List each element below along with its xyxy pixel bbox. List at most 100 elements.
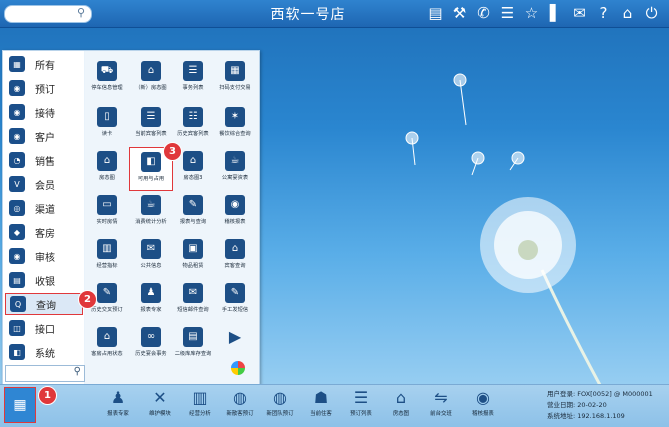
app-business-indicators[interactable]: ▥ 经营指标 bbox=[85, 235, 129, 279]
app-sms-mail-query[interactable]: ✉ 短信邮件查询 bbox=[171, 279, 215, 323]
mail-icon[interactable]: ✉ bbox=[570, 3, 589, 23]
app-new-room-map[interactable]: ⌂ （新）房态图 bbox=[129, 57, 173, 101]
monitor-icon: ▭ bbox=[97, 195, 117, 215]
dock-new-individual-booking[interactable]: ◍ 新散客预订 bbox=[223, 388, 257, 417]
search-icon[interactable]: ⚲ bbox=[74, 366, 81, 377]
interface-icon: ◫ bbox=[9, 320, 25, 336]
apps-grid-icon: ▦ bbox=[13, 397, 27, 413]
history-icon: ☷ bbox=[183, 107, 203, 127]
star-icon[interactable]: ☆ bbox=[522, 3, 541, 23]
dock-new-team-booking[interactable]: ◍ 新团队预订 bbox=[263, 388, 297, 417]
top-bar: ⚲ 西软一号店 ▤ ⚒ ✆ ☰ ☆ ▌ ✉ ? ⌂ ⏻ bbox=[0, 0, 669, 28]
app-apartment-table[interactable]: ☕ 公寓宴资表 bbox=[213, 147, 257, 191]
app-current-guests[interactable]: ☰ 当前宾客列表 bbox=[129, 103, 173, 147]
category-member[interactable]: V 会员 bbox=[5, 173, 83, 195]
category-room[interactable]: ◆ 客房 bbox=[5, 221, 83, 243]
dock-handover[interactable]: ⇋ 前台交班 bbox=[424, 388, 458, 417]
bar-icon: ▥ bbox=[97, 239, 117, 259]
app-task-list[interactable]: ☰ 事务列表 bbox=[171, 57, 215, 101]
app-reports-query[interactable]: ✎ 报表与查询 bbox=[171, 191, 215, 235]
app-consumption-stats[interactable]: ☕ 消费统计分析 bbox=[129, 191, 173, 235]
app-parking[interactable]: ⛟ 停车信息管理 bbox=[85, 57, 129, 101]
house-icon: ⌂ bbox=[141, 61, 161, 81]
app-realtime-rooms[interactable]: ▭ 实时房情 bbox=[85, 191, 129, 235]
step-badge-3: 3 bbox=[163, 142, 182, 161]
hotel-title: 西软一号店 bbox=[270, 7, 346, 23]
eye-icon: ◉ bbox=[476, 388, 490, 407]
link-icon: ∞ bbox=[141, 327, 161, 347]
dock-current-guests[interactable]: ☗ 当前住客 bbox=[304, 388, 338, 417]
room-icon: ◆ bbox=[9, 224, 25, 240]
power-icon[interactable]: ⏻ bbox=[642, 3, 661, 23]
app-history-guests[interactable]: ☷ 历史宾客列表 bbox=[171, 103, 215, 147]
dock-room-map[interactable]: ⌂ 房态图 bbox=[384, 388, 418, 417]
app-room-map[interactable]: ⌂ 房态图 bbox=[85, 147, 129, 191]
customer-icon: ◉ bbox=[9, 128, 25, 144]
arrow-right-icon: ▶ bbox=[228, 327, 242, 346]
top-search-input[interactable]: ⚲ bbox=[4, 5, 92, 23]
mail-icon: ✉ bbox=[183, 283, 203, 303]
bar-icon: ▥ bbox=[192, 388, 208, 407]
system-info: 用户登录: FOX[0052] @ M000001 营业日期: 20-02-20… bbox=[547, 389, 653, 422]
guest-search-icon: ⌂ bbox=[225, 239, 245, 259]
tools-icon[interactable]: ⚒ bbox=[450, 3, 469, 23]
phone-icon[interactable]: ✆ bbox=[474, 3, 493, 23]
app-room-occupancy[interactable]: ⌂ 客房占用状态 bbox=[85, 323, 129, 367]
system-address-text: 系统地址: 192.168.1.109 bbox=[547, 412, 625, 420]
user-login-text: 用户登录: FOX[0052] @ M000001 bbox=[547, 390, 653, 398]
category-cashier[interactable]: ▤ 收银 bbox=[5, 269, 83, 291]
app-guest-query[interactable]: ⌂ 宾客查询 bbox=[213, 235, 257, 279]
tools-icon: ✕ bbox=[153, 388, 167, 407]
app-public-info[interactable]: ✉ 公共信息 bbox=[129, 235, 173, 279]
house-icon: ⌂ bbox=[395, 388, 407, 407]
barcode-icon[interactable]: ▌ bbox=[546, 3, 565, 23]
card-icon: ▯ bbox=[97, 107, 117, 127]
help-icon[interactable]: ? bbox=[594, 3, 613, 23]
search-icon[interactable]: ⚲ bbox=[77, 6, 85, 19]
handover-icon: ⇋ bbox=[434, 388, 448, 407]
qr-icon: ▦ bbox=[225, 61, 245, 81]
app-stock-query[interactable]: ▤ 二级库库存查询 bbox=[171, 323, 215, 367]
signal-icon[interactable]: ▤ bbox=[426, 3, 445, 23]
step-badge-1: 1 bbox=[38, 386, 57, 405]
chat-icon: ✉ bbox=[141, 239, 161, 259]
category-search-input[interactable]: ⚲ bbox=[5, 365, 85, 382]
dock-business-analysis[interactable]: ▥ 经营分析 bbox=[183, 388, 217, 417]
category-query[interactable]: Q 查询 bbox=[5, 293, 83, 315]
eye-icon: ◉ bbox=[225, 195, 245, 215]
expert-icon: ♟ bbox=[110, 388, 126, 407]
category-customer[interactable]: ◉ 客户 bbox=[5, 125, 83, 147]
category-audit[interactable]: ◉ 审核 bbox=[5, 245, 83, 267]
person-icon: ◉ bbox=[9, 80, 25, 96]
app-qr-payment[interactable]: ▦ 扫码支付交易 bbox=[213, 57, 257, 101]
category-booking[interactable]: ◉ 预订 bbox=[5, 77, 83, 99]
app-history-banquet[interactable]: ∞ 历史宴会事务 bbox=[129, 323, 173, 367]
menu-icon[interactable]: ☰ bbox=[498, 3, 517, 23]
app-report-expert[interactable]: ♟ 报表专家 bbox=[129, 279, 173, 323]
category-sales[interactable]: ◔ 销售 bbox=[5, 149, 83, 171]
system-icon: ◧ bbox=[9, 344, 25, 360]
app-read-card[interactable]: ▯ 读卡 bbox=[85, 103, 129, 147]
category-channel[interactable]: ◎ 渠道 bbox=[5, 197, 83, 219]
dock-report-expert[interactable]: ♟ 报表专家 bbox=[101, 388, 135, 417]
category-reception[interactable]: ◉ 接待 bbox=[5, 101, 83, 123]
category-interface[interactable]: ◫ 接口 bbox=[5, 317, 83, 339]
house-icon: ⌂ bbox=[183, 151, 203, 171]
app-manual-sms[interactable]: ✎ 手工发短信 bbox=[213, 279, 257, 323]
grid-icon: ▦ bbox=[9, 56, 25, 72]
home-icon[interactable]: ⌂ bbox=[618, 3, 637, 23]
dock-booking-list[interactable]: ☰ 预订列表 bbox=[344, 388, 378, 417]
dock-audit-reports[interactable]: ◉ 稽核报表 bbox=[466, 388, 500, 417]
category-system[interactable]: ◧ 系统 bbox=[5, 341, 83, 363]
seed-image bbox=[405, 73, 525, 176]
app-audit-reports[interactable]: ◉ 稽核报表 bbox=[213, 191, 257, 235]
app-item-rental[interactable]: ▣ 物品租赁 bbox=[171, 235, 215, 279]
app-dining-query[interactable]: ✶ 餐饮综合查询 bbox=[213, 103, 257, 147]
dock-maintenance[interactable]: ✕ 维护模块 bbox=[143, 388, 177, 417]
cup-icon: ☕ bbox=[141, 195, 161, 215]
start-button[interactable]: ▦ bbox=[4, 387, 36, 423]
app-grid: ⛟ 停车信息管理 ⌂ （新）房态图 ☰ 事务列表 ▦ 扫码支付交易 ▯ 读卡 ☰ 当前宾客列… bbox=[85, 51, 259, 384]
category-all[interactable]: ▦ 所有 bbox=[5, 53, 83, 75]
dining-icon: ✶ bbox=[225, 107, 245, 127]
colors-icon[interactable] bbox=[231, 361, 245, 375]
